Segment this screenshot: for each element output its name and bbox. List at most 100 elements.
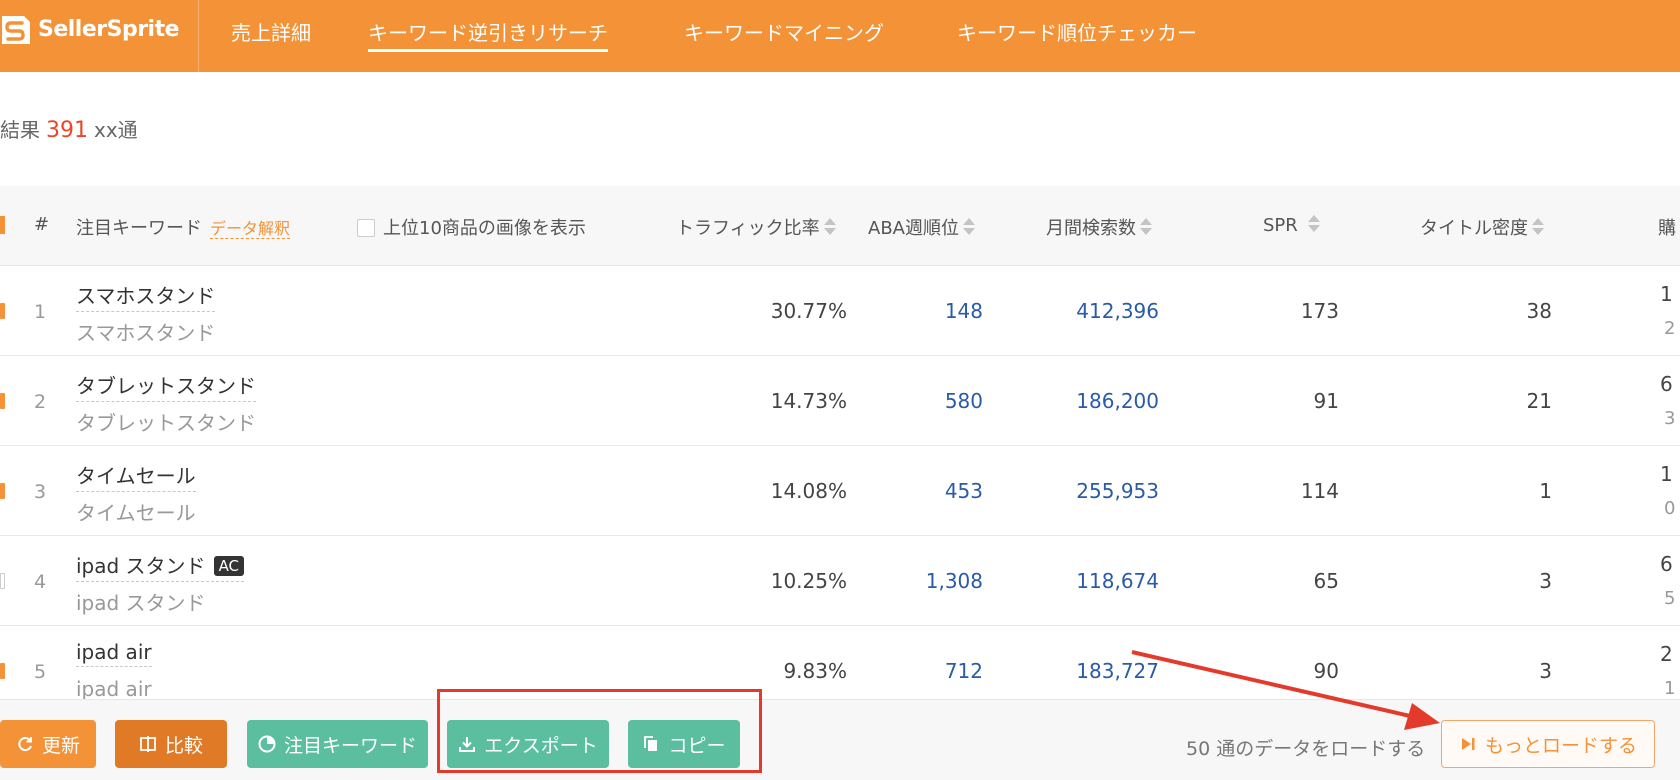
spr-value: 173 bbox=[1300, 299, 1339, 323]
purchase-subvalue: 5 bbox=[1664, 588, 1676, 609]
row-checkbox[interactable] bbox=[0, 303, 5, 319]
row-checkbox[interactable] bbox=[0, 663, 5, 679]
ac-badge: AC bbox=[213, 556, 245, 576]
data-interpretation-link[interactable]: データ解釈 bbox=[210, 219, 291, 239]
spr-value: 114 bbox=[1300, 479, 1339, 503]
sort-icon[interactable] bbox=[962, 217, 975, 237]
col-header-title-density[interactable]: タイトル密度 bbox=[1420, 214, 1544, 240]
keyword-translation: タブレットスタンド bbox=[76, 411, 256, 435]
row-checkbox[interactable] bbox=[0, 393, 5, 409]
purchase-subvalue: 1 bbox=[1664, 678, 1676, 699]
refresh-icon bbox=[18, 737, 32, 752]
purchase-subvalue: 0 bbox=[1664, 498, 1676, 519]
row-index: 3 bbox=[34, 481, 47, 503]
traffic-ratio-value: 10.25% bbox=[770, 569, 847, 593]
monthly-search-value[interactable]: 412,396 bbox=[1076, 299, 1159, 323]
results-label: 結果 bbox=[0, 118, 40, 142]
compare-button[interactable]: 比較 bbox=[115, 720, 227, 768]
load-more-label: もっとロードする bbox=[1484, 734, 1637, 757]
show-images-label: 上位10商品の画像を表示 bbox=[383, 218, 586, 239]
refresh-label: 更新 bbox=[41, 734, 80, 757]
spr-value: 90 bbox=[1313, 659, 1339, 683]
logo[interactable]: SellerSprite bbox=[0, 0, 199, 72]
aba-rank-value[interactable]: 1,308 bbox=[926, 569, 983, 593]
target-keywords-label: 注目キーワード bbox=[283, 734, 417, 757]
table-header: # 注目キーワード データ解釈 上位10商品の画像を表示 トラフィック比率 ABA… bbox=[0, 186, 1680, 266]
sort-icon[interactable] bbox=[823, 217, 836, 237]
keyword-translation: ipad スタンド bbox=[76, 591, 206, 615]
monthly-search-value[interactable]: 118,674 bbox=[1076, 569, 1159, 593]
load-more-button[interactable]: もっとロードする bbox=[1441, 720, 1655, 768]
row-index: 5 bbox=[34, 661, 47, 683]
col-header-keyword-label: 注目キーワード bbox=[76, 218, 202, 239]
pie-chart-icon bbox=[258, 735, 276, 753]
title-density-value: 38 bbox=[1526, 299, 1552, 323]
purchase-subvalue: 3 bbox=[1664, 408, 1676, 429]
col-header-purchase: 購 bbox=[1658, 218, 1676, 239]
show-top10-images-toggle[interactable]: 上位10商品の画像を表示 bbox=[357, 214, 586, 240]
title-density-value: 3 bbox=[1539, 659, 1552, 683]
monthly-search-value[interactable]: 255,953 bbox=[1076, 479, 1159, 503]
row-checkbox[interactable] bbox=[0, 483, 5, 499]
traffic-ratio-value: 14.08% bbox=[770, 479, 847, 503]
table-row[interactable]: 2 タブレットスタンド タブレットスタンド 14.73% 580 186,200… bbox=[0, 356, 1680, 446]
purchase-value: 6 bbox=[1660, 372, 1673, 396]
keyword-link[interactable]: タブレットスタンド bbox=[76, 370, 256, 402]
row-index: 1 bbox=[34, 301, 47, 323]
target-keywords-button[interactable]: 注目キーワード bbox=[247, 720, 428, 768]
table-row[interactable]: 4 ipad スタンド AC ipad スタンド 10.25% 1,308 118… bbox=[0, 536, 1680, 626]
col-header-traffic-ratio[interactable]: トラフィック比率 bbox=[676, 214, 836, 240]
keyword-link[interactable]: ipad air bbox=[76, 640, 152, 667]
traffic-ratio-value: 9.83% bbox=[783, 659, 847, 683]
nav-tab-keyword-rank-checker[interactable]: キーワード順位チェッカー bbox=[957, 17, 1197, 46]
results-count: 391 bbox=[46, 118, 88, 143]
monthly-search-value[interactable]: 186,200 bbox=[1076, 389, 1159, 413]
col-header-aba-label: ABA週順位 bbox=[868, 218, 959, 239]
purchase-value: 1 bbox=[1660, 282, 1673, 306]
traffic-ratio-value: 14.73% bbox=[770, 389, 847, 413]
skip-forward-icon bbox=[1461, 738, 1475, 750]
purchase-value: 6 bbox=[1660, 552, 1673, 576]
table-row[interactable]: 1 スマホスタンド スマホスタンド 30.77% 148 412,396 173… bbox=[0, 266, 1680, 356]
col-header-aba-rank[interactable]: ABA週順位 bbox=[868, 214, 975, 240]
sort-icon[interactable] bbox=[1140, 217, 1152, 237]
show-images-checkbox[interactable] bbox=[357, 219, 375, 237]
table-row[interactable]: 3 タイムセール タイムセール 14.08% 453 255,953 114 1… bbox=[0, 446, 1680, 536]
keyword-translation: ipad air bbox=[76, 677, 152, 701]
keyword-translation: タイムセール bbox=[76, 501, 196, 525]
col-header-spr-label: SPR bbox=[1263, 215, 1298, 236]
aba-rank-value[interactable]: 580 bbox=[945, 389, 983, 413]
sort-icon[interactable] bbox=[1307, 214, 1320, 234]
sort-icon[interactable] bbox=[1532, 217, 1544, 237]
purchase-value: 2 bbox=[1660, 642, 1673, 666]
col-header-traffic-label: トラフィック比率 bbox=[676, 218, 820, 239]
spr-value: 91 bbox=[1313, 389, 1339, 413]
nav-tab-sales-detail[interactable]: 売上詳細 bbox=[231, 17, 311, 46]
col-header-monthly-search[interactable]: 月間検索数 bbox=[1046, 214, 1152, 240]
keyword-text: ipad スタンド bbox=[76, 554, 206, 578]
select-all-checkbox[interactable] bbox=[0, 216, 5, 234]
col-header-spr[interactable]: SPR bbox=[1263, 214, 1320, 236]
aba-rank-value[interactable]: 148 bbox=[945, 299, 983, 323]
col-header-index: # bbox=[34, 214, 50, 235]
keyword-link[interactable]: タイムセール bbox=[76, 460, 196, 492]
keyword-link[interactable]: ipad スタンド AC bbox=[76, 550, 245, 582]
purchase-subvalue: 2 bbox=[1664, 318, 1676, 339]
keyword-link[interactable]: スマホスタンド bbox=[76, 280, 216, 312]
bottom-toolbar: 更新 比較 注目キーワード エクスポート コピー 50 通のデータをロードする … bbox=[0, 699, 1680, 780]
row-checkbox[interactable] bbox=[0, 573, 5, 589]
monthly-search-value[interactable]: 183,727 bbox=[1076, 659, 1159, 683]
refresh-button[interactable]: 更新 bbox=[0, 720, 96, 768]
nav-tab-keyword-mining[interactable]: キーワードマイニング bbox=[684, 17, 884, 46]
aba-rank-value[interactable]: 453 bbox=[945, 479, 983, 503]
top-nav-bar: SellerSprite 売上詳細 キーワード逆引きリサーチ キーワードマイニン… bbox=[0, 0, 1680, 72]
keyword-translation: スマホスタンド bbox=[76, 321, 216, 345]
nav-tab-reverse-keyword-research[interactable]: キーワード逆引きリサーチ bbox=[368, 17, 608, 52]
results-summary: 結果 391 xx通 bbox=[0, 114, 138, 143]
col-header-keyword: 注目キーワード データ解釈 bbox=[76, 214, 291, 240]
col-header-title-density-label: タイトル密度 bbox=[1420, 218, 1528, 239]
aba-rank-value[interactable]: 712 bbox=[945, 659, 983, 683]
title-density-value: 3 bbox=[1539, 569, 1552, 593]
sellersprite-logo-icon bbox=[2, 16, 30, 44]
compare-icon bbox=[140, 736, 156, 752]
